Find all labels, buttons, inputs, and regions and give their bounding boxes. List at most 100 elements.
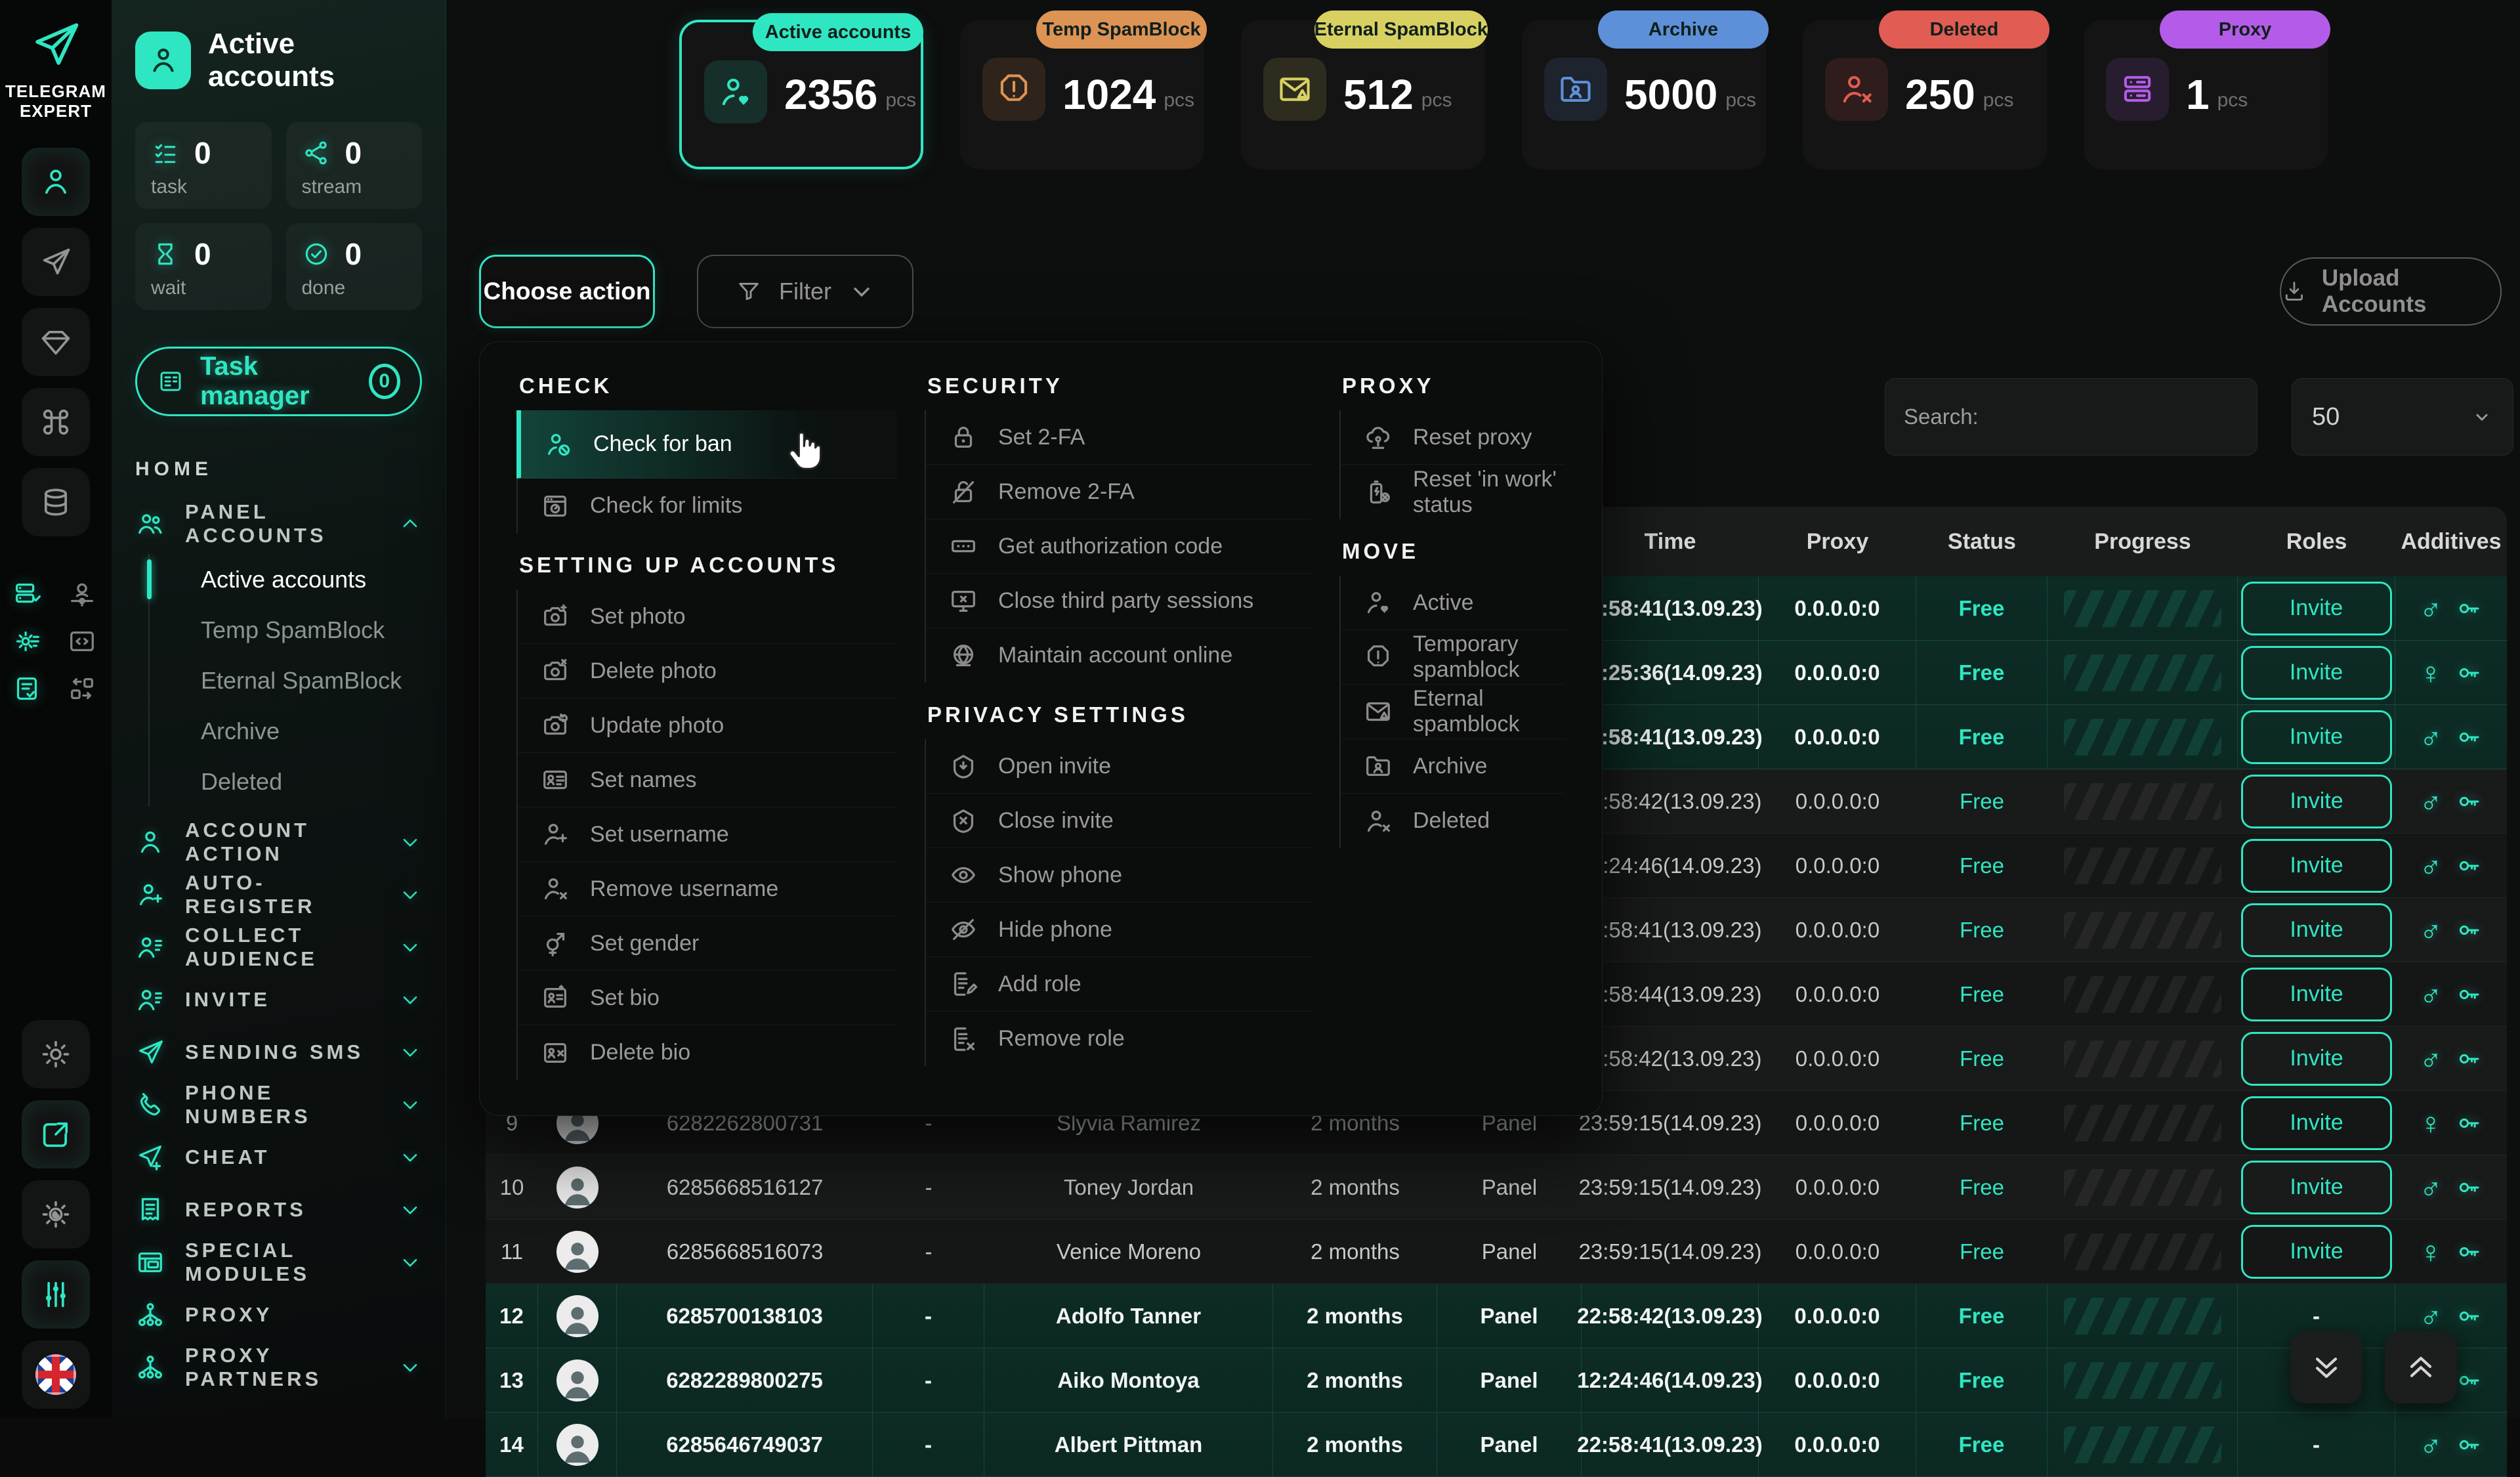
- sidebar-item-panel-accounts[interactable]: PANEL ACCOUNTS: [135, 498, 422, 550]
- menu-item-set-gender[interactable]: Set gender: [518, 916, 897, 971]
- sidebar-item-special-modules[interactable]: SPECIAL MODULES: [135, 1236, 422, 1289]
- icon-rail: TELEGRAM EXPERT: [0, 0, 112, 1418]
- menu-item-archive[interactable]: Archive: [1341, 739, 1565, 794]
- sidebar-item-sending-sms[interactable]: SENDING SMS: [135, 1026, 422, 1079]
- scroll-to-bottom-button[interactable]: [2290, 1331, 2362, 1403]
- menu-item-update-photo[interactable]: Update photo: [518, 698, 897, 753]
- rail-code-window-button[interactable]: [64, 623, 100, 660]
- rail-theme-button[interactable]: [22, 1180, 90, 1249]
- menu-item-set-names[interactable]: Set names: [518, 753, 897, 807]
- invite-button[interactable]: Invite: [2241, 1161, 2392, 1214]
- sidebar-item-reports[interactable]: REPORTS: [135, 1184, 422, 1236]
- sidebar-item-phone-numbers[interactable]: PHONE NUMBERS: [135, 1079, 422, 1131]
- task-manager-button[interactable]: Task manager 0: [135, 347, 422, 416]
- rail-swap-button[interactable]: [64, 670, 100, 707]
- rail-database-button[interactable]: [22, 468, 90, 536]
- stat-card-archive[interactable]: Archive5000pcs: [1522, 20, 1766, 169]
- rail-doc-check-button[interactable]: [9, 670, 45, 707]
- menu-item-set-bio[interactable]: Set bio: [518, 971, 897, 1025]
- sidebar-subitem-temp-spamblock[interactable]: Temp SpamBlock: [150, 605, 422, 655]
- sidebar-item-proxy[interactable]: PROXY: [135, 1289, 422, 1341]
- menu-item-delete-bio[interactable]: Delete bio: [518, 1025, 897, 1080]
- table-row[interactable]: 106285668516127-Toney Jordan2 monthsPane…: [486, 1155, 2507, 1220]
- table-row[interactable]: 126285700138103-Adolfo Tanner2 monthsPan…: [486, 1284, 2507, 1348]
- invite-button[interactable]: Invite: [2241, 582, 2392, 635]
- menu-item-set-photo[interactable]: Set photo: [518, 589, 897, 644]
- rail-commands-button[interactable]: [22, 388, 90, 456]
- menu-item-temporary-spamblock[interactable]: Temporary spamblock: [1341, 630, 1565, 685]
- menu-item-set-username[interactable]: Set username: [518, 807, 897, 862]
- sidebar-subitem-archive[interactable]: Archive: [150, 706, 422, 756]
- upload-accounts-button[interactable]: Upload Accounts: [2280, 257, 2502, 326]
- account-status: Free: [1916, 834, 2048, 897]
- menu-item-active[interactable]: Active: [1341, 576, 1565, 630]
- invite-button[interactable]: Invite: [2241, 839, 2392, 893]
- sidebar-subitem-deleted[interactable]: Deleted: [150, 756, 422, 807]
- menu-item-close-third-party-sessions[interactable]: Close third party sessions: [926, 574, 1312, 628]
- rail-sending-button[interactable]: [22, 228, 90, 296]
- page-size-select[interactable]: 50: [2292, 378, 2513, 456]
- stat-card-deleted[interactable]: Deleted250pcs: [1803, 20, 2047, 169]
- menu-item-remove-username[interactable]: Remove username: [518, 862, 897, 916]
- invite-button[interactable]: Invite: [2241, 646, 2392, 700]
- invite-button[interactable]: Invite: [2241, 1225, 2392, 1279]
- person-ban-icon: [543, 429, 574, 460]
- menu-item-delete-photo[interactable]: Delete photo: [518, 644, 897, 698]
- menu-item-hide-phone[interactable]: Hide phone: [926, 903, 1312, 957]
- menu-item-close-invite[interactable]: Close invite: [926, 794, 1312, 848]
- rail-premium-button[interactable]: [22, 308, 90, 376]
- menu-item-maintain-account-online[interactable]: Maintain account online: [926, 628, 1312, 683]
- rail-open-external-button[interactable]: [22, 1100, 90, 1168]
- stat-card-temp-spamblock[interactable]: Temp SpamBlock1024pcs: [960, 20, 1204, 169]
- choose-action-button[interactable]: Choose action: [479, 255, 655, 328]
- invite-button[interactable]: Invite: [2241, 1032, 2392, 1086]
- stat-card-proxy[interactable]: Proxy1pcs: [2084, 20, 2328, 169]
- menu-item-reset-in-work-status[interactable]: Reset 'in work' status: [1341, 465, 1565, 519]
- rail-gear-badge-button[interactable]: [9, 623, 45, 660]
- menu-item-check-for-ban[interactable]: Check for ban: [516, 410, 897, 479]
- rail-person-network-button[interactable]: [64, 576, 100, 612]
- table-row[interactable]: 146285646749037-Albert Pittman2 monthsPa…: [486, 1413, 2507, 1477]
- rail-settings-button[interactable]: [22, 1020, 90, 1088]
- key-icon: [2455, 1109, 2483, 1137]
- rail-preferences-button[interactable]: [22, 1260, 90, 1329]
- rail-language-button[interactable]: [22, 1340, 90, 1409]
- sidebar-subitem-active-accounts[interactable]: Active accounts: [150, 554, 422, 605]
- search-label: Search:: [1904, 404, 1979, 429]
- menu-item-add-role[interactable]: Add role: [926, 957, 1312, 1012]
- table-row[interactable]: 136282289800275-Aiko Montoya2 monthsPane…: [486, 1348, 2507, 1413]
- sidebar-item-collect-audience[interactable]: COLLECT AUDIENCE: [135, 921, 422, 974]
- stat-card-eternal-spamblock[interactable]: Eternal SpamBlock512pcs: [1241, 20, 1485, 169]
- invite-button[interactable]: Invite: [2241, 968, 2392, 1021]
- stat-card-active-accounts[interactable]: Active accounts2356pcs: [679, 20, 923, 169]
- menu-item-set-fa[interactable]: Set 2-FA: [926, 410, 1312, 465]
- menu-item-remove-fa[interactable]: Remove 2-FA: [926, 465, 1312, 519]
- menu-item-check-for-limits[interactable]: Check for limits: [518, 479, 897, 533]
- menu-item-deleted[interactable]: Deleted: [1341, 794, 1565, 848]
- menu-item-reset-proxy[interactable]: Reset proxy: [1341, 410, 1565, 465]
- rail-accounts-button[interactable]: [22, 148, 90, 216]
- account-proxy: 0.0.0.0:0: [1759, 1155, 1916, 1219]
- menu-item-eternal-spamblock[interactable]: Eternal spamblock: [1341, 685, 1565, 739]
- sidebar-item-account-action[interactable]: ACCOUNT ACTION: [135, 816, 422, 868]
- menu-item-open-invite[interactable]: Open invite: [926, 739, 1312, 794]
- menu-item-remove-role[interactable]: Remove role: [926, 1012, 1312, 1066]
- sidebar-subitem-eternal-spamblock[interactable]: Eternal SpamBlock: [150, 655, 422, 706]
- panel-accounts-children: Active accountsTemp SpamBlockEternal Spa…: [148, 554, 422, 807]
- invite-button[interactable]: Invite: [2241, 1096, 2392, 1150]
- sidebar-item-proxy-partners[interactable]: PROXY PARTNERS: [135, 1341, 422, 1394]
- rail-server-check-button[interactable]: [9, 576, 45, 612]
- menu-item-show-phone[interactable]: Show phone: [926, 848, 1312, 903]
- invite-button[interactable]: Invite: [2241, 710, 2392, 764]
- table-row[interactable]: 116285668516073-Venice Moreno2 monthsPan…: [486, 1220, 2507, 1284]
- scroll-to-top-button[interactable]: [2385, 1331, 2457, 1403]
- filter-button[interactable]: Filter: [697, 255, 914, 328]
- chevron-down-icon: [849, 278, 875, 305]
- invite-button[interactable]: Invite: [2241, 903, 2392, 957]
- sidebar-item-auto-register[interactable]: AUTO-REGISTER: [135, 868, 422, 921]
- search-input[interactable]: Search:: [1885, 378, 2258, 456]
- invite-button[interactable]: Invite: [2241, 775, 2392, 828]
- menu-item-get-authorization-code[interactable]: Get authorization code: [926, 519, 1312, 574]
- sidebar-item-cheat[interactable]: CHEAT: [135, 1131, 422, 1184]
- sidebar-item-invite[interactable]: INVITE: [135, 974, 422, 1026]
